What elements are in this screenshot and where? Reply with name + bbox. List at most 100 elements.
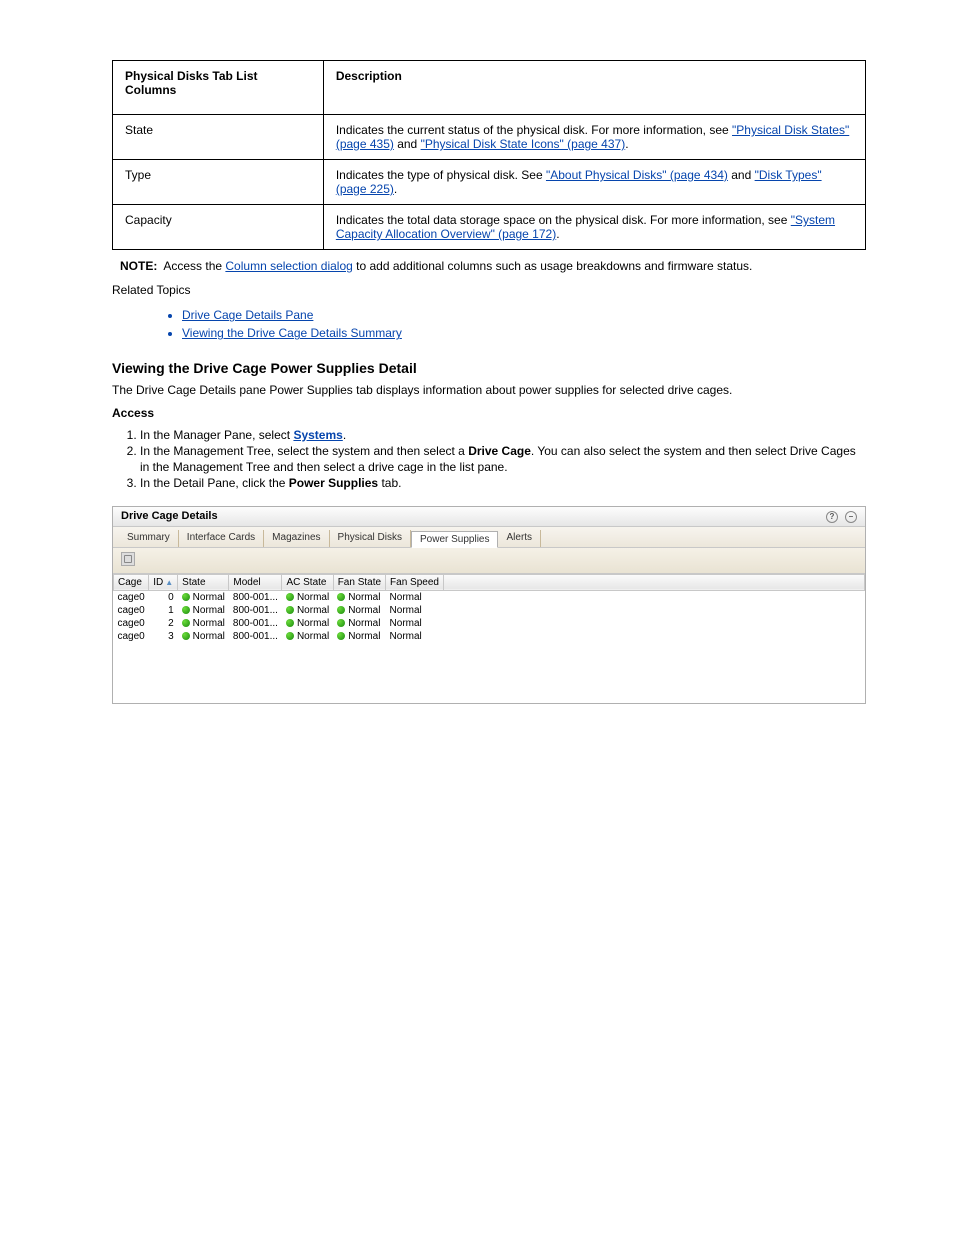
table-row: TypeIndicates the type of physical disk.… — [113, 160, 866, 205]
table-row: StateIndicates the current status of the… — [113, 115, 866, 160]
status-dot-icon — [286, 593, 294, 601]
grid-header-state[interactable]: State — [178, 574, 229, 590]
grid-cell — [443, 604, 864, 617]
step3-prefix: In the Detail Pane, click the — [140, 476, 289, 490]
related-topic-link[interactable]: Drive Cage Details Pane — [182, 308, 866, 322]
grid-header-fan-speed[interactable]: Fan Speed — [386, 574, 444, 590]
grid-header-cage[interactable]: Cage — [114, 574, 149, 590]
section-title: Viewing the Drive Cage Power Supplies De… — [112, 360, 866, 376]
tab-interface-cards[interactable]: Interface Cards — [179, 530, 264, 547]
grid-cell: cage0 — [114, 604, 149, 617]
grid-row[interactable]: cage03Normal800-001...NormalNormalNormal — [114, 630, 865, 643]
grid-cell — [443, 617, 864, 630]
grid-cell: 800-001... — [229, 604, 282, 617]
note-block: NOTE: Access the Column selection dialog… — [120, 258, 866, 274]
grid-cell: Normal — [178, 630, 229, 643]
widget-tabbar: SummaryInterface CardsMagazinesPhysical … — [113, 527, 865, 548]
grid-cell: Normal — [282, 630, 333, 643]
th-col-name: Physical Disks Tab List Columns — [113, 61, 324, 115]
tab-summary[interactable]: Summary — [119, 530, 179, 547]
grid-cell: Normal — [282, 604, 333, 617]
related-heading: Related Topics — [112, 282, 866, 298]
physical-disks-columns-table: Physical Disks Tab List Columns Descript… — [112, 60, 866, 250]
grid-cell: Normal — [386, 630, 444, 643]
grid-cell: Normal — [178, 604, 229, 617]
table-row: CapacityIndicates the total data storage… — [113, 205, 866, 250]
widget-title-text: Drive Cage Details — [121, 510, 218, 523]
step1-link[interactable]: Systems — [293, 428, 342, 442]
help-icon[interactable]: ? — [826, 511, 838, 523]
doc-link[interactable]: "About Physical Disks" (page 434) — [546, 168, 728, 182]
step2-prefix: In the Management Tree, select the syste… — [140, 444, 468, 458]
tab-magazines[interactable]: Magazines — [264, 530, 329, 547]
grid-row[interactable]: cage00Normal800-001...NormalNormalNormal — [114, 590, 865, 604]
grid-cell: Normal — [282, 590, 333, 604]
note-text: Access the — [163, 259, 225, 273]
grid-cell: cage0 — [114, 630, 149, 643]
access-step-1: In the Manager Pane, select Systems. — [140, 427, 866, 443]
col-desc-cell: Indicates the type of physical disk. See… — [323, 160, 865, 205]
status-dot-icon — [182, 606, 190, 614]
grid-header-filler — [443, 574, 864, 590]
section-intro: The Drive Cage Details pane Power Suppli… — [112, 382, 866, 398]
grid-cell: 800-001... — [229, 590, 282, 604]
grid-cell: 800-001... — [229, 630, 282, 643]
grid-row[interactable]: cage02Normal800-001...NormalNormalNormal — [114, 617, 865, 630]
grid-cell: Normal — [386, 617, 444, 630]
grid-cell: 3 — [149, 630, 178, 643]
grid-cell: 0 — [149, 590, 178, 604]
col-name-cell: Type — [113, 160, 324, 205]
grid-cell: Normal — [282, 617, 333, 630]
access-step-3: In the Detail Pane, click the Power Supp… — [140, 475, 866, 491]
tab-power-supplies[interactable]: Power Supplies — [411, 531, 498, 548]
grid-cell: 1 — [149, 604, 178, 617]
step1-prefix: In the Manager Pane, select — [140, 428, 293, 442]
sort-asc-icon: ▲ — [165, 578, 173, 587]
widget-title-icons: ? – — [822, 510, 857, 523]
status-dot-icon — [286, 632, 294, 640]
grid-cell: Normal — [333, 604, 385, 617]
tab-alerts[interactable]: Alerts — [498, 530, 541, 547]
status-dot-icon — [182, 632, 190, 640]
note-link[interactable]: Column selection dialog — [225, 259, 352, 273]
access-heading: Access — [112, 405, 866, 421]
grid-cell: Normal — [178, 590, 229, 604]
power-supplies-grid: CageID▲StateModelAC StateFan StateFan Sp… — [113, 574, 865, 643]
grid-cell: cage0 — [114, 590, 149, 604]
note-label: NOTE: — [120, 259, 157, 273]
grid-cell: Normal — [333, 590, 385, 604]
tab-physical-disks[interactable]: Physical Disks — [330, 530, 411, 547]
status-dot-icon — [286, 619, 294, 627]
related-topics-list: Drive Cage Details Pane Viewing the Drive… — [142, 308, 866, 340]
widget-toolbar — [113, 548, 865, 574]
status-dot-icon — [337, 619, 345, 627]
col-name-cell: Capacity — [113, 205, 324, 250]
grid-header-id[interactable]: ID▲ — [149, 574, 178, 590]
grid-header-fan-state[interactable]: Fan State — [333, 574, 385, 590]
status-dot-icon — [182, 619, 190, 627]
doc-link[interactable]: "Physical Disk State Icons" (page 437) — [421, 137, 626, 151]
col-desc-cell: Indicates the current status of the phys… — [323, 115, 865, 160]
collapse-icon[interactable]: – — [845, 511, 857, 523]
grid-cell — [443, 630, 864, 643]
col-desc-cell: Indicates the total data storage space o… — [323, 205, 865, 250]
note-tail: to add additional columns such as usage … — [356, 259, 752, 273]
grid-header-ac-state[interactable]: AC State — [282, 574, 333, 590]
col-name-cell: State — [113, 115, 324, 160]
grid-cell: 800-001... — [229, 617, 282, 630]
doc-link[interactable]: "System Capacity Allocation Overview" (p… — [336, 213, 835, 241]
grid-header-model[interactable]: Model — [229, 574, 282, 590]
access-step-2: In the Management Tree, select the syste… — [140, 443, 866, 475]
status-dot-icon — [337, 632, 345, 640]
grid-row[interactable]: cage01Normal800-001...NormalNormalNormal — [114, 604, 865, 617]
grid-cell: Normal — [333, 630, 385, 643]
related-topic-link[interactable]: Viewing the Drive Cage Details Summary — [182, 326, 866, 340]
status-dot-icon — [337, 593, 345, 601]
step1-suffix: . — [343, 428, 346, 442]
status-dot-icon — [286, 606, 294, 614]
status-dot-icon — [182, 593, 190, 601]
grid-cell: 2 — [149, 617, 178, 630]
th-col-desc: Description — [323, 61, 865, 115]
columns-tool-icon[interactable] — [121, 552, 135, 566]
grid-cell: Normal — [333, 617, 385, 630]
